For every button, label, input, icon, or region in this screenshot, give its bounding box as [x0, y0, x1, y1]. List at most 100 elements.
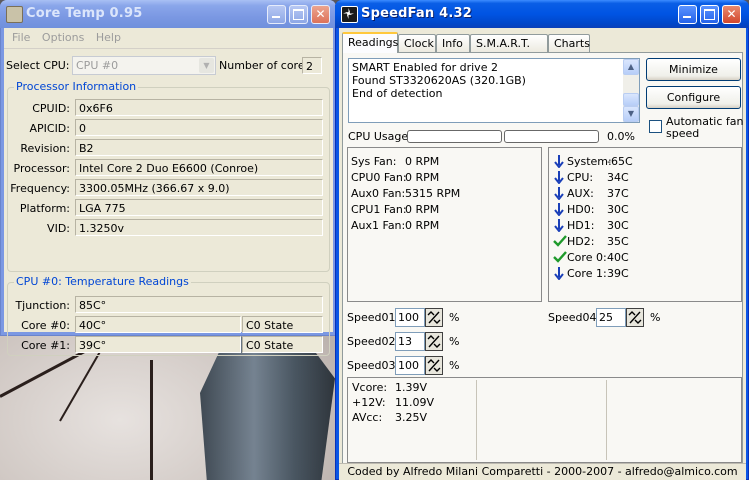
- minimize-button[interactable]: [267, 5, 286, 24]
- speed-label: Speed02:: [347, 335, 400, 348]
- fan-value: 0 RPM: [405, 171, 440, 184]
- chevron-down-icon[interactable]: ▼: [199, 58, 214, 73]
- speedfan-titlebar[interactable]: SpeedFan 4.32 ✕: [335, 0, 749, 28]
- voltage-label: +12V:: [352, 396, 386, 409]
- speedfan-title: SpeedFan 4.32: [361, 6, 472, 21]
- speed-stepper[interactable]: [395, 356, 445, 375]
- coretemp-window: Core Temp 0.95 ✕ File Options Help Selec…: [0, 0, 336, 356]
- minimize-app-button[interactable]: Minimize: [646, 58, 741, 81]
- scroll-down-icon[interactable]: ▼: [623, 106, 639, 122]
- speed-spin-icon[interactable]: [425, 332, 443, 351]
- proc-value: 0: [75, 119, 323, 136]
- temp-value: 40C: [607, 251, 629, 264]
- temp-label: Core 1:: [567, 267, 607, 280]
- auto-fan-label: Automatic fan speed: [666, 115, 744, 140]
- proc-value: Intel Core 2 Duo E6600 (Conroe): [75, 159, 323, 176]
- tab-charts[interactable]: Charts: [548, 34, 590, 52]
- speed-stepper[interactable]: [395, 308, 445, 327]
- speed-label: Speed01:: [347, 311, 400, 324]
- auto-fan-checkbox[interactable]: [649, 120, 662, 133]
- proc-value: 0x6F6: [75, 99, 323, 116]
- coretemp-titlebar[interactable]: Core Temp 0.95 ✕: [0, 0, 336, 28]
- voltage-label: Vcore:: [352, 381, 388, 394]
- tab-info[interactable]: Info: [436, 34, 470, 52]
- proc-value: 3300.05MHz (366.67 x 9.0): [75, 179, 323, 196]
- configure-button[interactable]: Configure: [646, 86, 741, 109]
- maximize-icon: [293, 9, 304, 20]
- fan-label: CPU0 Fan:: [351, 171, 407, 184]
- close-icon: ✕: [726, 7, 737, 21]
- core1-label: Core #1:: [21, 339, 70, 352]
- minimize-button[interactable]: [678, 5, 697, 24]
- minimize-icon: [683, 16, 691, 18]
- cpu1-usage-bar: [504, 130, 599, 143]
- proc-label: CPUID:: [32, 102, 70, 115]
- maximize-button[interactable]: [289, 5, 308, 24]
- core0-state: C0 State: [242, 316, 323, 333]
- log-line: SMART Enabled for drive 2: [352, 61, 498, 74]
- speed-unit: %: [449, 311, 460, 324]
- log-scrollbar[interactable]: ▲ ▼: [623, 59, 639, 122]
- proc-value: 1.3250v: [75, 219, 323, 236]
- credits-footer: Coded by Alfredo Milani Comparetti - 200…: [339, 463, 746, 480]
- select-cpu-dropdown[interactable]: CPU #0 ▼: [72, 56, 216, 75]
- fan-icon[interactable]: [341, 6, 358, 23]
- speedfan-client: Readings Clock Info S.M.A.R.T. Charts SM…: [339, 28, 746, 480]
- proc-label: APICID:: [29, 122, 70, 135]
- speed-spin-icon[interactable]: [425, 356, 443, 375]
- scroll-up-icon[interactable]: ▲: [623, 59, 639, 75]
- down-arrow-icon: [553, 218, 565, 233]
- menu-help[interactable]: Help: [96, 31, 121, 44]
- cpu-usage-label: CPU Usage: [348, 130, 409, 143]
- core0-label: Core #0:: [21, 319, 70, 332]
- proc-label: Revision:: [20, 142, 70, 155]
- proc-label: Frequency:: [10, 182, 70, 195]
- temp-value: 39C: [607, 267, 629, 280]
- speed-stepper[interactable]: [395, 332, 445, 351]
- speed-stepper[interactable]: [596, 308, 646, 327]
- detection-log[interactable]: SMART Enabled for drive 2 Found ST332062…: [348, 58, 640, 123]
- speed-input[interactable]: [395, 332, 425, 351]
- fan-label: Aux1 Fan:: [351, 219, 406, 232]
- select-cpu-label: Select CPU:: [6, 59, 70, 72]
- voltage-value: 3.25V: [395, 411, 428, 424]
- cores-value: 2: [302, 57, 322, 74]
- down-arrow-icon: [553, 154, 565, 169]
- scroll-thumb[interactable]: [623, 93, 639, 106]
- close-button[interactable]: ✕: [722, 5, 741, 24]
- wallpaper-branch: [150, 360, 153, 480]
- proc-label: Processor:: [13, 162, 71, 175]
- log-line: End of detection: [352, 87, 443, 100]
- fan-label: Sys Fan:: [351, 155, 397, 168]
- cores-label: Number of cores: [219, 59, 311, 72]
- close-icon: ✕: [315, 7, 326, 21]
- menu-options[interactable]: Options: [42, 31, 84, 44]
- temp-value: 35C: [607, 235, 629, 248]
- speed-spin-icon[interactable]: [425, 308, 443, 327]
- core1-state: C0 State: [242, 336, 323, 353]
- check-icon: [553, 250, 567, 264]
- speed-unit: %: [650, 311, 661, 324]
- speed-spin-icon[interactable]: [626, 308, 644, 327]
- menu-file[interactable]: File: [12, 31, 30, 44]
- tab-clock[interactable]: Clock: [398, 34, 436, 52]
- speed-input[interactable]: [395, 308, 425, 327]
- temp-value: 34C: [607, 171, 629, 184]
- down-arrow-icon: [553, 170, 565, 185]
- proc-value: LGA 775: [75, 199, 323, 216]
- tjunction-value: 85C°: [75, 296, 323, 313]
- maximize-button[interactable]: [700, 5, 719, 24]
- tab-readings[interactable]: Readings: [342, 32, 398, 53]
- close-button[interactable]: ✕: [311, 5, 330, 24]
- tab-smart[interactable]: S.M.A.R.T.: [470, 34, 548, 52]
- maximize-icon: [704, 9, 715, 20]
- proc-label: Platform:: [19, 202, 70, 215]
- fan-label: CPU1 Fan:: [351, 203, 407, 216]
- check-icon: [553, 234, 567, 248]
- temp-value: 30C: [607, 203, 629, 216]
- speed-input[interactable]: [395, 356, 425, 375]
- select-cpu-value: CPU #0: [76, 59, 119, 72]
- speed-input[interactable]: [596, 308, 626, 327]
- temp-label: HD0:: [567, 203, 595, 216]
- coretemp-app-icon[interactable]: [6, 6, 23, 23]
